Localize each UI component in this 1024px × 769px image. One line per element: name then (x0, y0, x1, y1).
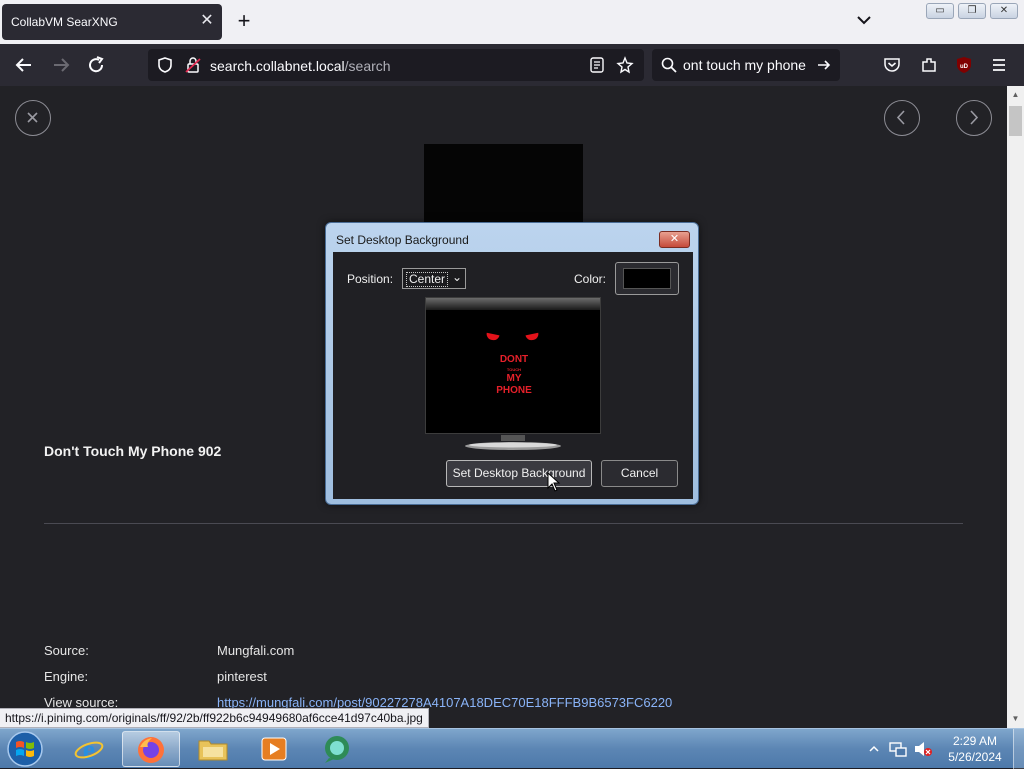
color-label: Color: (574, 272, 607, 286)
scroll-up-icon[interactable]: ▲ (1011, 90, 1020, 99)
chevron-left-icon (896, 110, 905, 125)
preview-text-line-2: TOUCH (506, 367, 522, 372)
tab-strip: CollabVM SearXNG ✕ + ▭ ❐ ✕ (0, 0, 1024, 44)
close-icon (27, 112, 38, 123)
chat-bubble-icon (325, 736, 349, 763)
tab-title: CollabVM SearXNG (11, 15, 118, 29)
mouse-cursor-icon (547, 472, 561, 492)
bookmark-star-icon[interactable] (616, 56, 634, 74)
scroll-down-icon[interactable]: ▼ (1011, 714, 1020, 723)
red-eye-left (485, 332, 500, 342)
preview-text-line-4: PHONE (496, 385, 532, 396)
search-query: ont touch my phone (683, 57, 806, 73)
reload-icon[interactable] (83, 53, 109, 77)
source-value: Mungfali.com (217, 643, 295, 658)
chevron-right-icon (970, 110, 979, 125)
search-icon (661, 57, 677, 73)
url-bar[interactable]: search.collabnet.local/search (148, 49, 644, 81)
list-all-tabs-icon[interactable] (855, 11, 873, 29)
tab-collabvm-searxng[interactable]: CollabVM SearXNG ✕ (2, 4, 222, 40)
media-player-icon (261, 737, 287, 761)
engine-label: Engine: (44, 669, 89, 684)
dialog-body: Position: Center ⌄ Color: DONT TOUCH MY … (333, 252, 693, 499)
position-label: Position: (347, 272, 394, 286)
previous-image-button[interactable] (884, 100, 920, 136)
dialog-title: Set Desktop Background (336, 233, 469, 247)
set-desktop-background-dialog: Set Desktop Background ✕ Position: Cente… (325, 222, 699, 505)
system-clock[interactable]: 2:29 AM 5/26/2024 (940, 733, 1010, 765)
taskbar-media-player[interactable] (246, 731, 304, 767)
next-image-button[interactable] (956, 100, 992, 136)
taskbar-internet-explorer[interactable]: e (60, 731, 118, 767)
menu-icon[interactable] (991, 57, 1007, 73)
url-path: /search (344, 58, 391, 74)
set-desktop-background-button[interactable]: Set Desktop Background (446, 460, 592, 487)
taskbar-firefox[interactable] (122, 731, 180, 767)
taskbar-collabvm-app[interactable] (308, 731, 366, 767)
start-button[interactable] (5, 730, 45, 768)
action-center-flag-icon[interactable] (888, 740, 908, 758)
scroll-thumb[interactable] (1009, 106, 1022, 136)
clock-time: 2:29 AM (952, 734, 998, 748)
chevron-down-icon: ⌄ (451, 270, 462, 284)
forward-icon[interactable] (48, 53, 74, 77)
engine-value: pinterest (217, 669, 267, 684)
volume-muted-icon[interactable] (913, 740, 933, 758)
insecure-lock-icon[interactable] (184, 56, 202, 74)
close-detail-button[interactable] (15, 100, 51, 136)
dialog-close-button[interactable]: ✕ (659, 231, 690, 248)
search-bar[interactable]: ont touch my phone (652, 49, 840, 81)
back-icon[interactable] (11, 53, 37, 77)
source-label: Source: (44, 643, 89, 658)
cancel-button[interactable]: Cancel (601, 460, 678, 487)
svg-text:uD: uD (960, 64, 969, 70)
tracking-protection-shield-icon[interactable] (156, 56, 174, 74)
wallpaper-preview: DONT TOUCH MY PHONE (425, 297, 601, 451)
page-scrollbar[interactable]: ▲ ▼ (1007, 86, 1024, 728)
link-status-overlay: https://i.pinimg.com/originals/ff/92/2b/… (0, 708, 429, 728)
color-swatch (623, 268, 671, 289)
svg-text:e: e (83, 735, 95, 763)
result-image[interactable] (424, 144, 583, 226)
url-text: search.collabnet.local/search (210, 58, 391, 74)
new-tab-button[interactable]: + (232, 10, 256, 34)
tab-close-icon[interactable]: ✕ (198, 12, 216, 30)
windows-taskbar: e 2:29 AM 5/26/2024 (0, 728, 1024, 769)
color-picker-button[interactable] (615, 262, 679, 295)
preview-text-line-3: MY (506, 373, 522, 384)
clock-date: 5/26/2024 (948, 750, 1002, 764)
preview-screen: DONT TOUCH MY PHONE (425, 297, 601, 434)
pocket-icon[interactable] (883, 56, 901, 74)
firefox-icon (138, 737, 164, 763)
search-go-icon[interactable] (816, 57, 832, 73)
position-select[interactable]: Center ⌄ (402, 268, 466, 289)
reader-view-icon[interactable] (589, 57, 605, 73)
monitor-stand (465, 435, 561, 450)
show-desktop-button[interactable] (1013, 729, 1024, 769)
preview-text-line-1: DONT (499, 354, 529, 365)
folder-icon (198, 740, 228, 761)
minimize-button[interactable]: ▭ (926, 3, 954, 19)
url-host: search.collabnet.local (210, 58, 345, 74)
taskbar-file-explorer[interactable] (184, 731, 242, 767)
divider (44, 523, 963, 524)
nav-toolbar: search.collabnet.local/search ont touch … (0, 44, 1024, 86)
show-hidden-icons-chevron-up-icon[interactable] (868, 743, 880, 755)
restore-button[interactable]: ❐ (958, 3, 986, 19)
red-eye-right (525, 332, 540, 342)
internet-explorer-icon: e (74, 735, 104, 763)
window-close-button[interactable]: ✕ (990, 3, 1018, 19)
extensions-icon[interactable] (920, 56, 938, 74)
position-select-value: Center (406, 272, 449, 287)
ublock-origin-icon[interactable]: uD (955, 56, 973, 74)
image-title: Don't Touch My Phone 902 (44, 443, 222, 459)
